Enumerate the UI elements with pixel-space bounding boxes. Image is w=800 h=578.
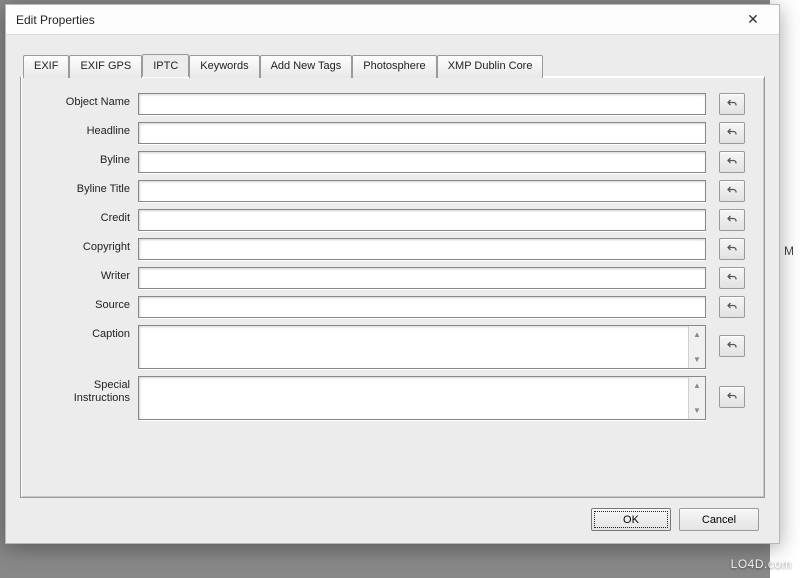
label-headline: Headline xyxy=(35,122,130,138)
row-object-name: Object Name xyxy=(35,93,750,115)
tab-panel: EXIF EXIF GPS IPTC Keywords Add New Tags… xyxy=(20,76,765,498)
label-byline-title: Byline Title xyxy=(35,180,130,196)
close-button[interactable]: ✕ xyxy=(733,8,773,32)
undo-copyright-button[interactable] xyxy=(719,238,745,260)
undo-byline-button[interactable] xyxy=(719,151,745,173)
row-credit: Credit xyxy=(35,209,750,231)
label-source: Source xyxy=(35,296,130,312)
label-object-name: Object Name xyxy=(35,93,130,109)
undo-icon xyxy=(725,391,739,403)
row-special-instructions: Special Instructions ▲ ▼ xyxy=(35,376,750,420)
undo-icon xyxy=(725,243,739,255)
scrollbar[interactable]: ▲ ▼ xyxy=(688,326,705,368)
label-writer: Writer xyxy=(35,267,130,283)
label-caption: Caption xyxy=(35,325,130,341)
tab-xmp-dublin-core[interactable]: XMP Dublin Core xyxy=(437,55,544,78)
window-title: Edit Properties xyxy=(16,13,95,27)
ok-button[interactable]: OK xyxy=(591,508,671,531)
scroll-down-icon[interactable]: ▼ xyxy=(689,402,705,419)
scroll-up-icon[interactable]: ▲ xyxy=(689,377,705,394)
undo-source-button[interactable] xyxy=(719,296,745,318)
row-byline: Byline xyxy=(35,151,750,173)
undo-icon xyxy=(725,185,739,197)
undo-icon xyxy=(725,340,739,352)
tab-photosphere[interactable]: Photosphere xyxy=(352,55,436,78)
undo-special-instructions-button[interactable] xyxy=(719,386,745,408)
undo-icon xyxy=(725,98,739,110)
input-credit[interactable] xyxy=(138,209,706,231)
undo-credit-button[interactable] xyxy=(719,209,745,231)
row-writer: Writer xyxy=(35,267,750,289)
scroll-up-icon[interactable]: ▲ xyxy=(689,326,705,343)
iptc-tab-content: Object Name Headline Byline Byline Title xyxy=(21,77,764,441)
undo-caption-button[interactable] xyxy=(719,335,745,357)
tab-iptc[interactable]: IPTC xyxy=(142,54,189,77)
dialog-body: EXIF EXIF GPS IPTC Keywords Add New Tags… xyxy=(6,35,779,543)
input-headline[interactable] xyxy=(138,122,706,144)
undo-byline-title-button[interactable] xyxy=(719,180,745,202)
input-writer[interactable] xyxy=(138,267,706,289)
row-headline: Headline xyxy=(35,122,750,144)
row-caption: Caption ▲ ▼ xyxy=(35,325,750,369)
undo-headline-button[interactable] xyxy=(719,122,745,144)
tab-exif[interactable]: EXIF xyxy=(23,55,69,78)
tab-add-new-tags[interactable]: Add New Tags xyxy=(260,55,353,78)
textarea-wrap-caption: ▲ ▼ xyxy=(138,325,706,369)
edit-properties-dialog: Edit Properties ✕ EXIF EXIF GPS IPTC Key… xyxy=(5,4,780,544)
label-byline: Byline xyxy=(35,151,130,167)
row-source: Source xyxy=(35,296,750,318)
input-object-name[interactable] xyxy=(138,93,706,115)
undo-icon xyxy=(725,214,739,226)
close-icon: ✕ xyxy=(747,11,759,28)
undo-icon xyxy=(725,272,739,284)
label-credit: Credit xyxy=(35,209,130,225)
scrollbar[interactable]: ▲ ▼ xyxy=(688,377,705,419)
input-special-instructions[interactable] xyxy=(139,377,688,419)
input-caption[interactable] xyxy=(139,326,688,368)
label-copyright: Copyright xyxy=(35,238,130,254)
undo-icon xyxy=(725,156,739,168)
row-copyright: Copyright xyxy=(35,238,750,260)
input-byline-title[interactable] xyxy=(138,180,706,202)
input-copyright[interactable] xyxy=(138,238,706,260)
scroll-down-icon[interactable]: ▼ xyxy=(689,351,705,368)
titlebar: Edit Properties ✕ xyxy=(6,5,779,35)
undo-icon xyxy=(725,301,739,313)
background-letter: M xyxy=(784,244,794,258)
cancel-button[interactable]: Cancel xyxy=(679,508,759,531)
input-source[interactable] xyxy=(138,296,706,318)
dialog-button-row: OK Cancel xyxy=(20,498,765,533)
tab-bar: EXIF EXIF GPS IPTC Keywords Add New Tags… xyxy=(23,54,543,77)
tab-exif-gps[interactable]: EXIF GPS xyxy=(69,55,142,78)
textarea-wrap-special-instructions: ▲ ▼ xyxy=(138,376,706,420)
undo-writer-button[interactable] xyxy=(719,267,745,289)
tab-keywords[interactable]: Keywords xyxy=(189,55,259,78)
undo-icon xyxy=(725,127,739,139)
undo-object-name-button[interactable] xyxy=(719,93,745,115)
input-byline[interactable] xyxy=(138,151,706,173)
row-byline-title: Byline Title xyxy=(35,180,750,202)
watermark: LO4D.com xyxy=(731,557,792,571)
label-special-instructions: Special Instructions xyxy=(35,376,130,405)
